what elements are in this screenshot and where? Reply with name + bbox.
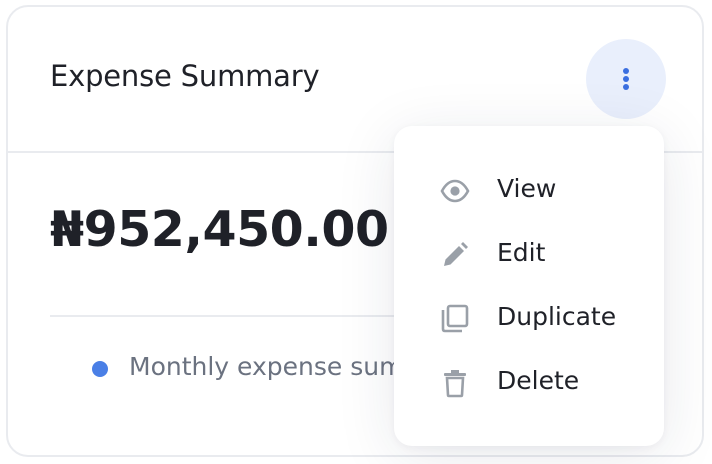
menu-item-label: Delete [497, 366, 580, 395]
pencil-icon [444, 242, 468, 266]
menu-item-label: Duplicate [497, 302, 617, 331]
menu-item-view[interactable]: View [394, 162, 664, 218]
kebab-dot [623, 68, 629, 74]
legend-dot [92, 361, 108, 377]
kebab-dot [623, 76, 629, 82]
card-title: Expense Summary [50, 59, 320, 93]
menu-item-duplicate[interactable]: Duplicate [394, 290, 664, 346]
menu-item-edit[interactable]: Edit [394, 226, 664, 282]
trash-icon [444, 370, 466, 398]
menu-item-delete[interactable]: Delete [394, 354, 664, 410]
menu-item-label: Edit [497, 238, 546, 267]
expense-amount: ₦952,450.00 [50, 201, 389, 258]
kebab-dot [623, 84, 629, 90]
more-options-button[interactable] [586, 39, 666, 119]
eye-icon [440, 179, 470, 203]
legend-label: Monthly expense summary [129, 352, 399, 381]
menu-item-label: View [497, 174, 557, 203]
options-dropdown-menu: View Edit Duplicate Delete [394, 126, 664, 446]
copy-icon [441, 304, 469, 333]
